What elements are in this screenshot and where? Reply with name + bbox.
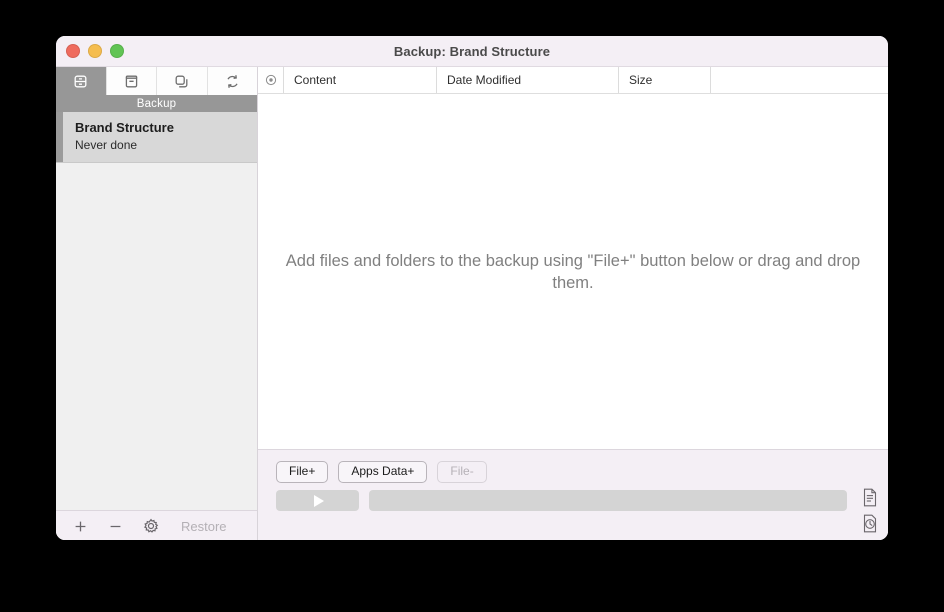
action-button-bar: File+ Apps Data+ File- [258,449,888,484]
main-pane: Content Date Modified Size Add files and… [258,67,888,540]
column-headers: Content Date Modified Size [258,67,888,94]
column-header-date-modified[interactable]: Date Modified [437,67,619,93]
close-button[interactable] [66,44,80,58]
start-backup-button[interactable] [276,490,359,511]
add-apps-data-button[interactable]: Apps Data+ [338,460,428,483]
settings-button[interactable] [142,518,159,535]
sidebar-group-label: Backup [56,95,257,112]
remove-backup-button[interactable] [107,518,124,535]
column-header-extra[interactable] [711,67,888,93]
clone-tab[interactable] [157,67,208,95]
sidebar-empty-space [56,163,257,510]
log-button[interactable] [861,487,879,508]
column-header-size[interactable]: Size [619,67,711,93]
archive-tab[interactable] [106,67,157,95]
sidebar-item-brand-structure[interactable]: Brand Structure Never done [56,112,257,163]
sidebar: Backup Brand Structure Never done Restor… [56,67,258,540]
zoom-button[interactable] [110,44,124,58]
empty-state-message: Add files and folders to the backup usin… [285,251,861,292]
plus-icon [75,521,86,531]
sidebar-tabbar [56,67,257,95]
remove-file-button: File- [437,460,487,483]
window-body: Backup Brand Structure Never done Restor… [56,67,888,540]
traffic-lights [66,44,124,58]
document-log-icon [863,488,877,507]
file-list-empty-state: Add files and folders to the backup usin… [258,94,888,449]
minimize-button[interactable] [88,44,102,58]
app-window: Backup: Brand Structure Backup Brand Str… [56,36,888,540]
minus-icon [110,525,121,527]
add-file-button[interactable]: File+ [276,460,329,483]
sync-tab[interactable] [207,67,257,95]
add-backup-button[interactable] [72,518,89,535]
column-header-icon[interactable] [258,67,284,93]
transport-side-icons [861,487,879,534]
window-title: Backup: Brand Structure [393,43,551,59]
transport-bar [258,484,888,540]
archive-box-icon [125,75,137,87]
play-icon [313,494,324,507]
restore-button[interactable]: Restore [181,519,227,534]
gear-icon [143,518,158,533]
target-circle-icon [265,74,276,86]
sync-arrows-icon [227,74,238,88]
sidebar-item-subtitle: Never done [75,138,138,152]
progress-bar [369,490,847,511]
sidebar-item-title: Brand Structure [75,120,174,135]
clock-history-icon [863,514,877,533]
backup-tab[interactable] [56,67,107,95]
copy-squares-icon [175,75,188,87]
sidebar-footer: Restore [56,510,257,540]
history-button[interactable] [861,513,879,534]
drive-icon [74,75,87,87]
title-bar: Backup: Brand Structure [56,36,888,67]
column-header-content[interactable]: Content [284,67,437,93]
